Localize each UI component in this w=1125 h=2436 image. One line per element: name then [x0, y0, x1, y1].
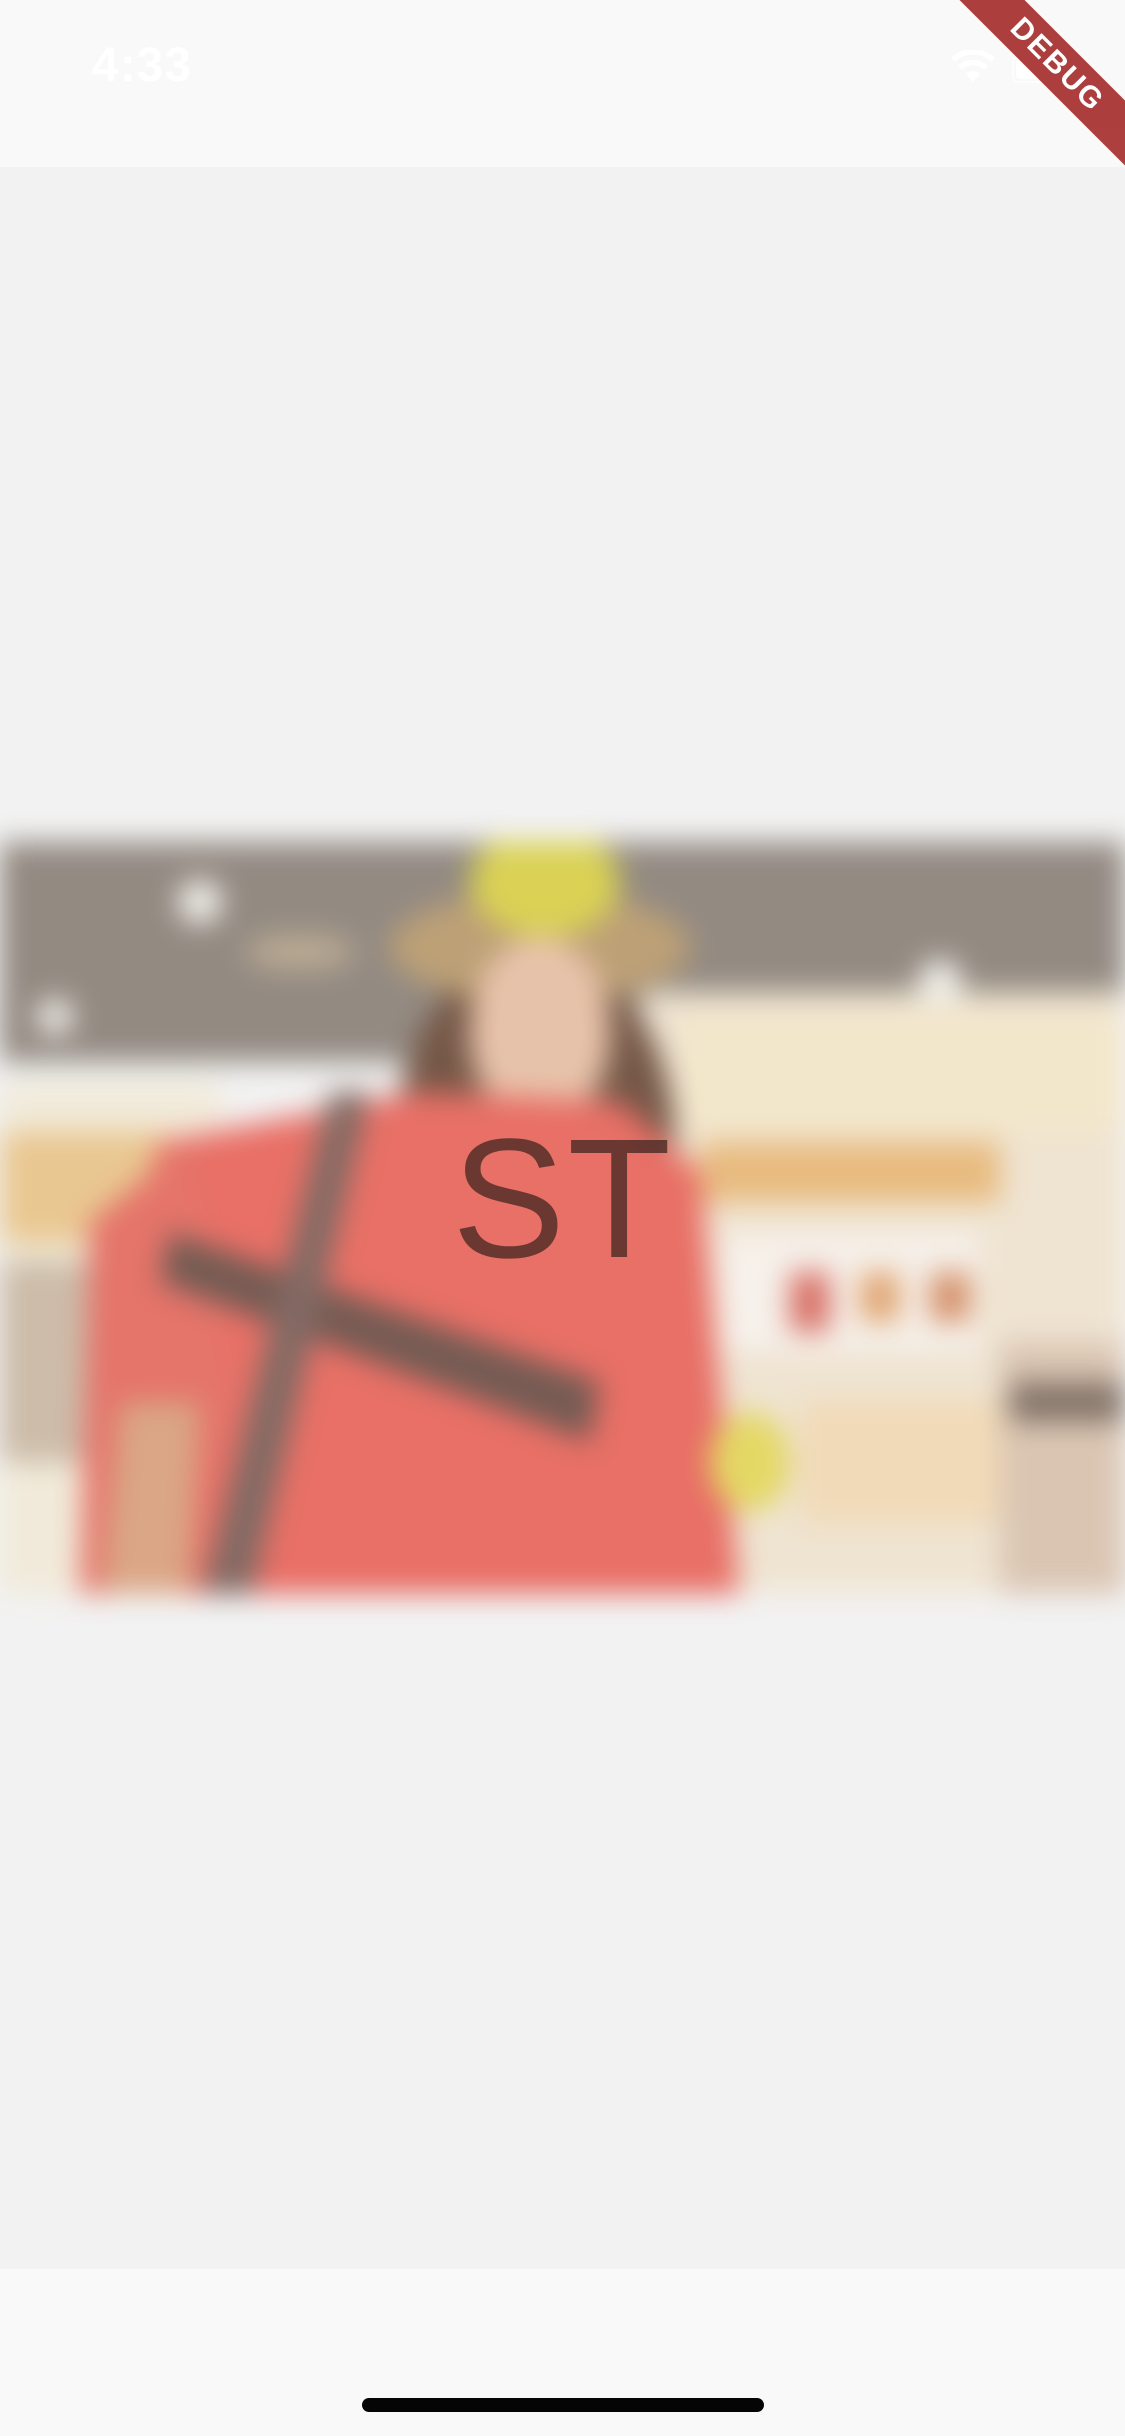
wifi-icon — [951, 50, 995, 82]
battery-icon — [1012, 55, 1073, 83]
app-screen: 4:33 DEBUG ST — [0, 0, 1125, 2436]
status-time: 4:33 — [92, 39, 193, 92]
avatar-initials: ST — [451, 1104, 674, 1294]
home-indicator[interactable] — [362, 2398, 764, 2412]
status-bar: 4:33 — [0, 0, 1125, 167]
